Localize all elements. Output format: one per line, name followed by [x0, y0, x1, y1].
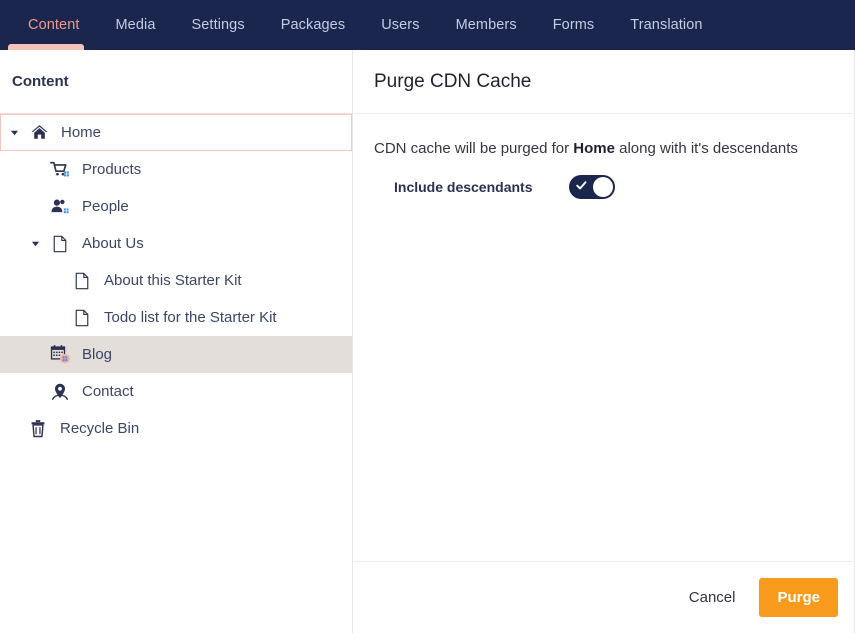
purge-cdn-cache-panel: Purge CDN Cache CDN cache will be purged…	[353, 50, 855, 633]
nav-tab-label: Translation	[630, 17, 703, 33]
include-descendants-label: Include descendants	[394, 179, 533, 195]
tree-item-label: About Us	[82, 235, 144, 252]
tree-item-label: Products	[82, 161, 142, 178]
tree-item-recycle-bin[interactable]: Recycle Bin	[0, 410, 352, 447]
purge-button[interactable]: Purge	[759, 578, 838, 617]
calendar-icon	[46, 344, 74, 365]
tree-item-people[interactable]: People	[0, 188, 352, 225]
nav-tab-label: Settings	[191, 17, 245, 33]
nav-tab-label: Packages	[280, 17, 346, 33]
tree-item-todo-list-for-the-starter-kit[interactable]: Todo list for the Starter Kit	[0, 299, 352, 336]
tree-item-label: About this Starter Kit	[104, 272, 242, 289]
tree-item-label: Recycle Bin	[60, 420, 140, 437]
nav-tab-content[interactable]: Content	[10, 0, 98, 50]
tree-item-about-us[interactable]: About Us	[0, 225, 352, 262]
panel-body: CDN cache will be purged for Home along …	[353, 114, 854, 561]
chevron-down-icon[interactable]	[3, 128, 25, 137]
tree-item-label: Home	[61, 124, 102, 141]
document-icon	[68, 272, 96, 290]
check-icon	[576, 181, 587, 190]
page-title: Purge CDN Cache	[374, 70, 532, 92]
tree-header: Content	[0, 50, 352, 114]
nav-tab-label: Members	[455, 17, 517, 33]
tree-item-products[interactable]: Products	[0, 151, 352, 188]
purge-description-target: Home	[573, 140, 615, 157]
nav-tab-settings[interactable]: Settings	[174, 0, 263, 50]
include-descendants-toggle[interactable]	[569, 175, 615, 199]
tree-item-label: Blog	[82, 346, 113, 363]
panel-header: Purge CDN Cache	[353, 50, 854, 114]
main-navigation: Content Media Settings Packages Users Me…	[0, 0, 855, 50]
tree-header-title: Content	[12, 73, 69, 90]
cart-icon	[46, 160, 74, 180]
nav-tab-label: Forms	[552, 17, 595, 33]
tree-item-label: Contact	[82, 383, 134, 400]
map-pin-icon	[46, 382, 74, 402]
tree-item-home[interactable]: Home	[0, 114, 352, 151]
nav-tab-label: Content	[28, 17, 80, 33]
content-tree: Home Products People About Us About this…	[0, 114, 352, 633]
document-icon	[68, 309, 96, 327]
nav-tab-users[interactable]: Users	[363, 0, 437, 50]
panel-footer: Cancel Purge	[353, 561, 854, 633]
nav-tab-label: Media	[115, 17, 156, 33]
toggle-knob	[593, 177, 613, 197]
nav-tab-packages[interactable]: Packages	[263, 0, 363, 50]
document-icon	[46, 235, 74, 253]
tree-item-label: People	[82, 198, 129, 215]
purge-description-prefix: CDN cache will be purged for	[374, 140, 574, 157]
content-tree-panel: Content Home Products People About Us Ab…	[0, 50, 353, 633]
body-split: Content Home Products People About Us Ab…	[0, 50, 855, 633]
umbraco-backoffice: Content Media Settings Packages Users Me…	[0, 0, 855, 633]
tree-item-contact[interactable]: Contact	[0, 373, 352, 410]
chevron-down-icon[interactable]	[24, 239, 46, 248]
include-descendants-row: Include descendants	[374, 175, 833, 199]
nav-tab-label: Users	[381, 17, 420, 33]
purge-description: CDN cache will be purged for Home along …	[374, 140, 833, 157]
tree-item-label: Todo list for the Starter Kit	[104, 309, 277, 326]
nav-tab-media[interactable]: Media	[98, 0, 174, 50]
tree-item-blog[interactable]: Blog	[0, 336, 352, 373]
cancel-button[interactable]: Cancel	[675, 579, 750, 616]
trash-icon	[24, 419, 52, 438]
nav-tab-forms[interactable]: Forms	[535, 0, 613, 50]
purge-description-suffix: along with it's descendants	[614, 140, 798, 157]
nav-tab-members[interactable]: Members	[438, 0, 535, 50]
people-icon	[46, 197, 74, 217]
tree-item-about-this-starter-kit[interactable]: About this Starter Kit	[0, 262, 352, 299]
nav-tab-translation[interactable]: Translation	[612, 0, 720, 50]
home-icon	[25, 123, 53, 142]
